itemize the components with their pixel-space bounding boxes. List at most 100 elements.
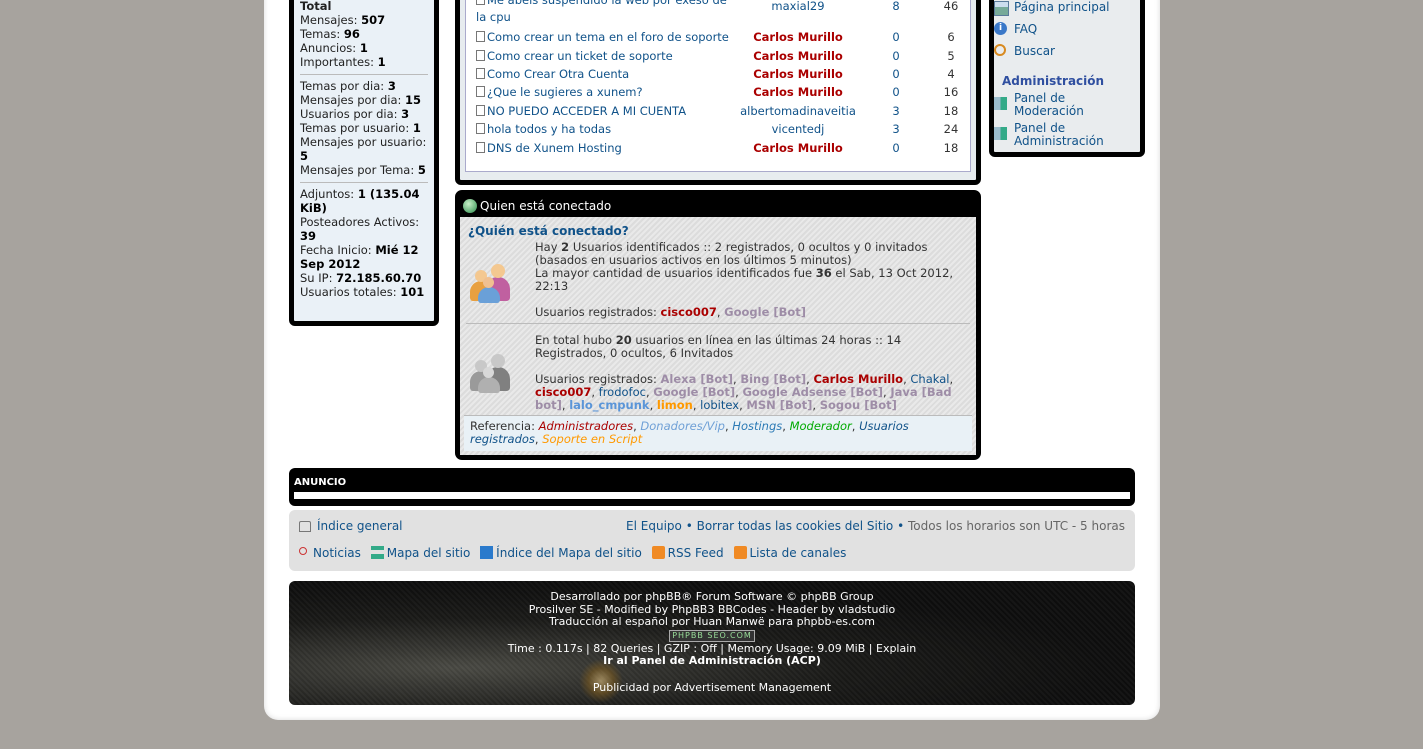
topic-title-link[interactable]: hola todos y ha todas <box>476 122 736 136</box>
topic-author-link[interactable]: vicentedj <box>738 122 858 136</box>
topic-title: DNS de Xunem Hosting <box>487 141 622 155</box>
user-link[interactable]: cisco007 <box>535 385 591 399</box>
topic-author-link[interactable]: Carlos Murillo <box>738 85 858 99</box>
moderation-panel-link[interactable]: Panel de Moderación <box>994 92 1084 118</box>
user-link[interactable]: limon <box>657 398 693 412</box>
topic-replies: 3 <box>892 104 900 118</box>
stat-label: Mensajes: <box>300 13 358 27</box>
team-link[interactable]: El Equipo <box>626 519 682 533</box>
user-link[interactable]: frodofoc <box>599 385 646 399</box>
user-link[interactable]: Sogou [Bot] <box>820 398 897 412</box>
topic-title-link[interactable]: Me abeis suspendido la web por exeso de l… <box>466 0 736 26</box>
stat-row: Adjuntos: 1 (135.04 KiB) <box>300 187 428 215</box>
ads-credit[interactable]: Publicidad por Advertisement Management <box>289 681 1135 695</box>
group-legend-link[interactable]: Soporte en Script <box>542 432 642 446</box>
topic-replies: 3 <box>892 122 900 136</box>
stat-row: Su IP: 72.185.60.70 <box>300 271 428 285</box>
group-legend-link[interactable]: Donadores/Vip <box>640 419 725 433</box>
stat-label: Usuarios totales: <box>300 285 397 299</box>
topic-title-link[interactable]: Como Crear Otra Cuenta <box>476 67 736 81</box>
user-link[interactable]: Google Adsense [Bot] <box>742 385 883 399</box>
board-index-link[interactable]: Índice general <box>299 519 403 533</box>
topic-title-link[interactable]: NO PUEDO ACCEDER A MI CUENTA <box>476 104 736 118</box>
topic-author-link[interactable]: Carlos Murillo <box>738 67 858 81</box>
stat-row: Fecha Inicio: Mié 12 Sep 2012 <box>300 243 428 271</box>
channel-list-link[interactable]: Lista de canales <box>733 546 850 560</box>
table-row: DNS de Xunem Hosting Carlos Murillo 0 18 <box>476 141 976 159</box>
credit-translation[interactable]: Traducción al español por Huan Manwë par… <box>289 615 1135 629</box>
topic-replies: 0 <box>892 85 900 99</box>
topic-title: ¿Que le sugieres a xunem? <box>487 85 643 99</box>
topic-title-link[interactable]: Como crear un ticket de soporte <box>476 49 736 63</box>
stat-row: Anuncios: 1 <box>300 41 428 55</box>
group-legend-link[interactable]: Moderador <box>790 419 852 433</box>
user-link[interactable]: Google [Bot] <box>653 385 735 399</box>
stat-row: Temas por usuario: 1 <box>300 121 428 135</box>
stat-value: 15 <box>405 93 422 107</box>
credit-phpbb[interactable]: Desarrollado por phpBB® Forum Software ©… <box>289 590 1135 604</box>
rss-feed-link[interactable]: RSS Feed <box>651 546 727 560</box>
topic-views: 18 <box>943 104 959 118</box>
topic-author-link[interactable]: Carlos Murillo <box>738 30 858 44</box>
stat-row: Temas por dia: 3 <box>300 79 428 93</box>
sitemap-link[interactable]: Mapa del sitio <box>370 546 474 560</box>
stat-row: Usuarios totales: 101 <box>300 285 428 299</box>
stat-value: 3 <box>401 107 410 121</box>
stat-row: Importantes: 1 <box>300 55 428 69</box>
sitemap-index-link[interactable]: Índice del Mapa del sitio <box>480 546 645 560</box>
topic-author-link[interactable]: albertomadinaveitia <box>738 104 858 118</box>
arrow-right-icon <box>994 127 1007 140</box>
user-link[interactable]: Bing [Bot] <box>740 372 806 386</box>
topic-replies: 8 <box>892 0 900 13</box>
phpbb-seo-badge[interactable]: PHPBB SEO.COM <box>669 629 755 642</box>
topic-title-link[interactable]: DNS de Xunem Hosting <box>476 141 736 155</box>
delete-cookies-link[interactable]: Borrar todas las cookies del Sitio <box>697 519 894 533</box>
timezone-text: Todos los horarios son UTC - 5 horas <box>907 519 1125 533</box>
online-header-title: Quien está conectado <box>480 199 612 213</box>
user-link[interactable]: Alexa [Bot] <box>661 372 734 386</box>
group-legend-link[interactable]: Administradores <box>539 419 633 433</box>
announcement-content <box>294 492 1130 499</box>
stat-label: Temas: <box>300 27 341 41</box>
stat-value: 5 <box>300 149 309 163</box>
user-link[interactable]: Chakal <box>910 372 949 386</box>
group-legend-link[interactable]: Hostings <box>732 419 782 433</box>
acp-link[interactable]: Ir al Panel de Administración (ACP) <box>289 654 1135 668</box>
user-link[interactable]: cisco007 <box>661 305 717 319</box>
table-row: ¿Que le sugieres a xunem? Carlos Murillo 0… <box>476 85 976 103</box>
news-link[interactable]: Noticias <box>299 546 364 560</box>
group-legend: Referencia: Administradores, Donadores/V… <box>464 415 972 451</box>
users-24h-icon <box>468 347 518 397</box>
user-link[interactable]: Google [Bot] <box>724 305 806 319</box>
stat-row: Mensajes por Tema: 5 <box>300 163 428 177</box>
topic-title-link[interactable]: Como crear un tema en el foro de soporte <box>476 30 736 44</box>
home-link[interactable]: Página principal <box>994 0 1110 16</box>
search-link[interactable]: Buscar <box>994 44 1055 58</box>
announcement-box: ANUNCIO <box>289 468 1135 506</box>
topic-author-link[interactable]: Carlos Murillo <box>738 141 858 155</box>
table-row: NO PUEDO ACCEDER A MI CUENTA albertomadin… <box>476 104 976 122</box>
topic-replies: 0 <box>892 30 900 44</box>
topic-replies: 0 <box>892 49 900 63</box>
faq-link[interactable]: i FAQ <box>994 22 1037 36</box>
topic-title-link[interactable]: ¿Que le sugieres a xunem? <box>476 85 736 99</box>
navbar-secondary-links: Noticias Mapa del sitio Índice del Mapa … <box>299 546 852 560</box>
who-online-link[interactable]: ¿Quién está conectado? <box>468 224 629 238</box>
user-link[interactable]: Carlos Murillo <box>813 372 903 386</box>
stats-divider <box>300 182 428 183</box>
statistics-panel: Importantes: 1TotalMensajes: 507Temas: 9… <box>289 0 439 326</box>
topic-author-link[interactable]: Carlos Murillo <box>738 49 858 63</box>
stat-value: 101 <box>400 285 425 299</box>
user-link[interactable]: lobitex <box>700 398 739 412</box>
admin-panel-link[interactable]: Panel de Administración <box>994 122 1104 148</box>
user-link[interactable]: lalo_cmpunk <box>569 398 649 412</box>
user-link[interactable]: MSN [Bot] <box>746 398 812 412</box>
stat-label: Mensajes por usuario: <box>300 135 427 149</box>
topic-author-link[interactable]: maxial29 <box>738 0 858 13</box>
online-now-text: Hay 2 Usuarios identificados :: 2 regist… <box>535 240 954 319</box>
stats-total-label: Total <box>300 0 332 13</box>
stat-label: Mensajes por dia: <box>300 93 402 107</box>
topic-views: 5 <box>947 49 955 63</box>
admin-section-title: Administración <box>1002 74 1105 88</box>
news-icon <box>299 547 307 555</box>
